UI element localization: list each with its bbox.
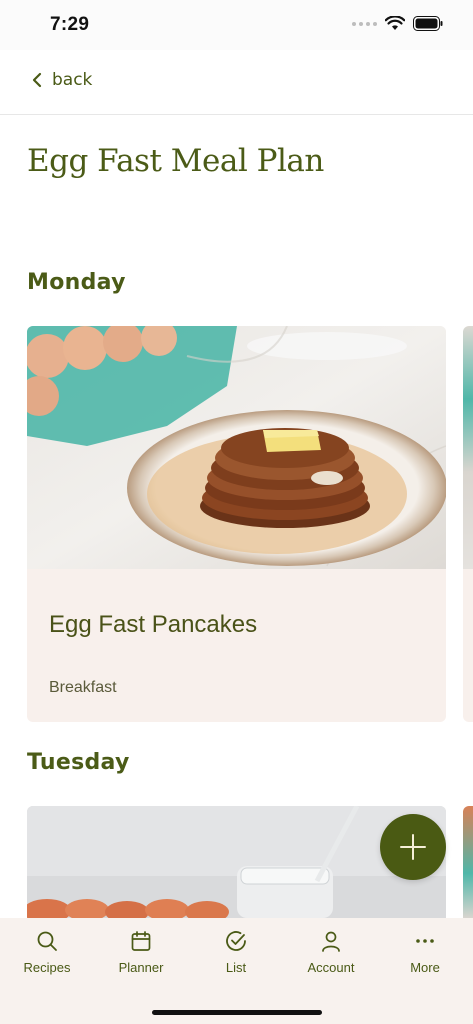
chevron-left-icon <box>32 72 42 88</box>
tab-label-more: More <box>410 960 440 975</box>
tab-account[interactable]: Account <box>291 928 371 975</box>
search-icon <box>37 931 57 951</box>
day-heading-tuesday: Tuesday <box>27 750 130 775</box>
tab-label-account: Account <box>307 960 355 975</box>
day-heading-monday: Monday <box>27 270 126 295</box>
next-recipe-card-peek-tuesday[interactable] <box>463 806 473 918</box>
person-icon <box>322 931 340 952</box>
home-indicator <box>152 1010 322 1015</box>
recipe-card-egg-fast-pancakes[interactable]: Egg Fast Pancakes Breakfast <box>27 326 446 722</box>
status-time: 7:29 <box>50 14 90 35</box>
battery-icon <box>413 16 443 31</box>
recipe-image-pancakes <box>27 326 446 569</box>
recipe-card-body: Egg Fast Pancakes Breakfast <box>27 569 446 722</box>
back-button[interactable]: back <box>32 70 92 90</box>
recipe-title: Egg Fast Pancakes <box>49 611 258 638</box>
page-title: Egg Fast Meal Plan <box>27 143 324 179</box>
wifi-icon <box>385 16 405 30</box>
nav-bar: back <box>0 50 473 115</box>
signal-dots-icon <box>352 21 377 26</box>
tab-label-planner: Planner <box>118 960 164 975</box>
tab-planner[interactable]: Planner <box>101 928 181 975</box>
calendar-icon <box>131 931 151 951</box>
tab-recipes[interactable]: Recipes <box>7 928 87 975</box>
next-recipe-card-peek[interactable] <box>463 326 473 722</box>
tab-more[interactable]: More <box>385 928 465 975</box>
tab-label-recipes: Recipes <box>23 960 71 975</box>
status-bar: 7:29 <box>0 0 473 50</box>
plus-icon <box>400 834 426 860</box>
recipe-meal-type: Breakfast <box>49 679 117 696</box>
more-icon <box>416 939 434 943</box>
status-icons <box>352 16 443 31</box>
back-label: back <box>52 70 93 90</box>
tab-label-list: List <box>225 960 247 975</box>
add-button[interactable] <box>380 814 446 880</box>
check-circle-icon <box>226 931 246 951</box>
tab-list[interactable]: List <box>196 928 276 975</box>
tab-bar: Recipes Planner List Account More <box>0 918 473 1024</box>
